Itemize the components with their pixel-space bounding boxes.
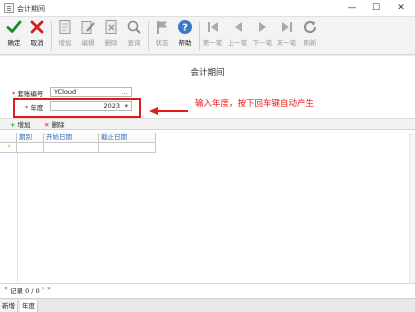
window-title: 会计期间 [17, 5, 45, 13]
year-input[interactable]: 2023 ▾ [50, 101, 132, 111]
tab-year[interactable]: 年度 [20, 300, 38, 312]
cancel-button[interactable]: 取消 [27, 19, 47, 53]
nav-first-icon[interactable]: « [4, 285, 8, 292]
checkmark-icon [6, 20, 22, 33]
grid-scrollbar[interactable] [409, 133, 415, 283]
confirm-button[interactable]: 确定 [4, 19, 24, 53]
toolbar-separator [51, 21, 52, 51]
first-record-label: 第一笔 [202, 39, 223, 47]
first-record-icon [207, 22, 218, 32]
app-icon [4, 3, 14, 13]
column-header-end-date[interactable]: 截止日期 [99, 133, 156, 143]
last-record-label: 末一笔 [276, 39, 297, 47]
record-navigator: « 记录 0 / 0 › » [0, 283, 415, 295]
flag-icon [157, 21, 167, 34]
toolbar-separator [148, 21, 149, 51]
main-panel: 会计期间 * 套账编号 YCloud … * 年度 2023 ▾ 输入年度，按下… [0, 56, 415, 298]
help-button[interactable]: ? 帮助 [175, 19, 195, 53]
grid-row-header-line [17, 153, 18, 283]
delete-button[interactable]: 删除 [101, 19, 121, 53]
refresh-icon [304, 21, 317, 33]
year-dropdown-icon[interactable]: ▾ [125, 102, 128, 110]
grid-cell[interactable] [17, 143, 44, 153]
cancel-label: 取消 [30, 39, 44, 47]
help-label: 帮助 [178, 39, 192, 47]
year-label-text: 年度 [30, 104, 44, 112]
grid-cell[interactable] [99, 143, 156, 153]
grid-cell[interactable] [44, 143, 99, 153]
next-label: 下一笔 [252, 39, 273, 47]
account-label-text: 套账编号 [17, 90, 44, 98]
bottom-tab-bar: 新增 年度 [0, 298, 415, 312]
query-button[interactable]: 查询 [124, 19, 144, 53]
delete-label: 删除 [104, 39, 118, 47]
previous-button[interactable]: 上一笔 [226, 19, 249, 53]
year-value: 2023 [103, 102, 120, 110]
add-label: 增加 [58, 39, 72, 47]
nav-next-icon[interactable]: › [42, 285, 44, 292]
toolbar-separator [199, 21, 200, 51]
maximize-button[interactable]: ☐ [365, 2, 387, 14]
tab-new[interactable]: 新增 [0, 300, 18, 312]
column-header-start-date[interactable]: 开始日期 [44, 133, 99, 143]
first-record-button[interactable]: 第一笔 [201, 19, 224, 53]
nav-last-icon[interactable]: » [47, 285, 51, 292]
status-label: 状态 [155, 39, 169, 47]
column-header-period[interactable]: 期别 [17, 133, 44, 143]
last-record-icon [281, 22, 292, 32]
form-title: 会计期间 [190, 68, 225, 78]
next-icon [258, 22, 266, 32]
record-count: 记录 0 / 0 [10, 287, 40, 295]
title-bar: 会计期间 — ☐ ✕ [0, 0, 415, 17]
account-lookup-button[interactable]: … [122, 88, 129, 96]
grid-corner [0, 133, 17, 143]
add-document-icon [59, 20, 71, 34]
search-icon [127, 20, 141, 34]
required-mark: * [25, 104, 29, 112]
grid-add-label: 增加 [17, 121, 31, 129]
main-toolbar: 确定 取消 增加 编辑 删除 查询 状态 ? 帮助 第一笔 上一笔 下一笔 末一… [0, 17, 415, 55]
refresh-label: 刷新 [303, 39, 317, 47]
edit-icon [81, 21, 95, 34]
grid-toolbar: + 增加 ✕ 删除 [0, 118, 415, 130]
next-button[interactable]: 下一笔 [251, 19, 274, 53]
help-icon: ? [178, 20, 192, 34]
last-record-button[interactable]: 末一笔 [275, 19, 298, 53]
grid-delete-button[interactable]: ✕ 删除 [44, 120, 65, 130]
status-button[interactable]: 状态 [152, 19, 172, 53]
delete-icon [105, 20, 117, 34]
new-row-marker: * [0, 143, 17, 153]
previous-icon [234, 22, 242, 32]
x-icon: ✕ [44, 121, 50, 129]
edit-button[interactable]: 编辑 [78, 19, 98, 53]
grid-delete-label: 删除 [51, 121, 65, 129]
edit-label: 编辑 [81, 39, 95, 47]
minimize-button[interactable]: — [341, 2, 363, 14]
account-label: * 套账编号 [12, 88, 43, 98]
annotation-text: 输入年度，按下回车键自动产生 [195, 99, 315, 109]
arrow-icon [149, 107, 188, 115]
x-icon [30, 20, 44, 34]
required-mark: * [12, 90, 16, 98]
previous-label: 上一笔 [227, 39, 248, 47]
account-value: YCloud [54, 88, 77, 96]
refresh-button[interactable]: 刷新 [300, 19, 320, 53]
confirm-label: 确定 [7, 39, 21, 47]
year-label: * 年度 [25, 102, 43, 112]
plus-icon: + [10, 121, 16, 129]
query-label: 查询 [127, 39, 141, 47]
grid-add-button[interactable]: + 增加 [10, 120, 31, 130]
svg-text:?: ? [182, 23, 188, 34]
account-field[interactable]: YCloud … [50, 87, 132, 97]
add-button[interactable]: 增加 [55, 19, 75, 53]
close-button[interactable]: ✕ [390, 2, 412, 14]
